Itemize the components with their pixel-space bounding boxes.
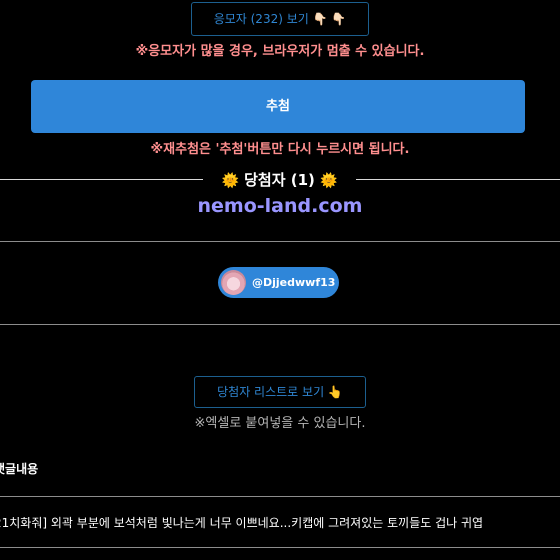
- divider-line: [0, 241, 560, 242]
- site-brand: nemo-land.com: [197, 195, 363, 217]
- winner-username: @Djjedwwf13: [252, 276, 336, 289]
- divider-line: [0, 179, 203, 180]
- winners-count-label: 당첨자 (1): [244, 171, 315, 189]
- divider-line: [0, 324, 560, 325]
- redraw-note: ※재추첨은 '추첨'버튼만 다시 누르시면 됩니다.: [150, 142, 410, 157]
- winner-chip[interactable]: @Djjedwwf13: [218, 267, 339, 298]
- table-divider: [0, 547, 560, 548]
- table-divider: [0, 496, 560, 497]
- table-row: 21치화줘] 외곽 부분에 보석처럼 빛나는게 너무 이쁘네요...키캡에 그려…: [0, 516, 484, 530]
- winners-title: 🌞 당첨자 (1) 🌞: [203, 168, 356, 193]
- view-winner-list-button[interactable]: 당첨자 리스트로 보기 👆: [194, 376, 366, 408]
- avatar: [221, 270, 246, 295]
- winners-heading-row: 🌞 당첨자 (1) 🌞: [0, 168, 560, 192]
- excel-paste-note: ※엑셀로 붙여넣을 수 있습니다.: [194, 416, 366, 431]
- draw-button[interactable]: 추첨: [31, 80, 525, 133]
- sun-icon: 🌞: [221, 173, 239, 189]
- divider-line: [356, 179, 560, 180]
- giveaway-draw-page: 응모자 (232) 보기 👇🏻 👇🏻 ※응모자가 많을 경우, 브라우저가 멈출…: [0, 0, 560, 560]
- view-applicants-button[interactable]: 응모자 (232) 보기 👇🏻 👇🏻: [191, 2, 369, 36]
- sun-icon: 🌞: [320, 173, 338, 189]
- browser-warning-note: ※응모자가 많을 경우, 브라우저가 멈출 수 있습니다.: [135, 44, 425, 59]
- comment-column-header: 댓글내용: [0, 462, 39, 476]
